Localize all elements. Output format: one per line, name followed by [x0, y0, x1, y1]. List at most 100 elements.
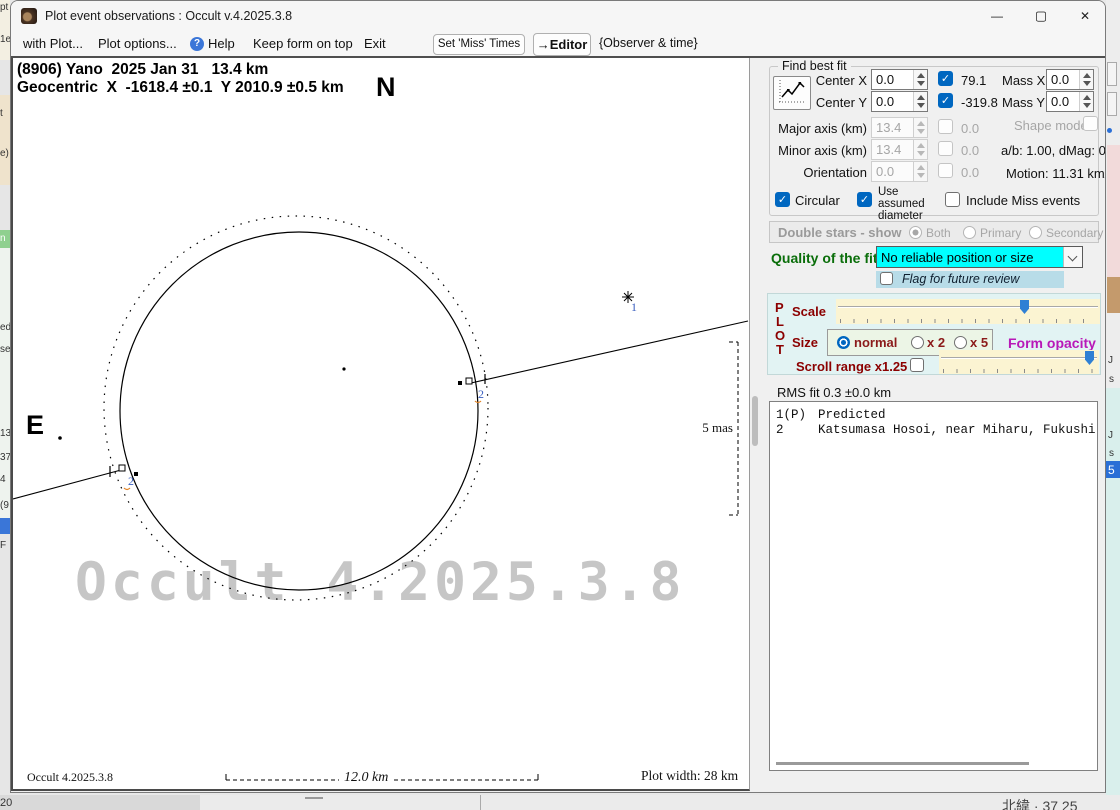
bg-block: [1107, 128, 1112, 133]
quality-combobox[interactable]: No reliable position or size: [876, 246, 1083, 268]
form-opacity-slider[interactable]: [939, 350, 1099, 374]
menu-keep-on-top[interactable]: Keep form on top: [253, 31, 353, 56]
plot-drawing: [13, 215, 749, 781]
minor-axis-spinner: 13.4: [871, 139, 928, 160]
bg-scroll-dash: [305, 797, 323, 799]
observation-number: 1(P): [776, 408, 807, 422]
slider-ticks: [840, 319, 1096, 323]
maximize-button[interactable]: ▢: [1019, 1, 1063, 31]
plot-width-label: Plot width: 28 km: [641, 768, 739, 783]
slider-groove: [838, 306, 1098, 308]
major-axis-value: 13.4: [876, 120, 902, 135]
scale-slider[interactable]: [836, 299, 1100, 324]
observation-row[interactable]: 1(P) Predicted: [776, 408, 1095, 423]
scrollbar-thumb[interactable]: [752, 396, 758, 446]
minor-axis-value: 13.4: [876, 142, 902, 157]
spin-buttons[interactable]: [913, 70, 927, 89]
plot-vertical-scrollbar[interactable]: [750, 58, 761, 791]
editor-button[interactable]: →Editor: [533, 33, 591, 56]
center-x-label: Center X: [815, 73, 867, 88]
chord2-right-label: 2: [478, 387, 484, 401]
bg-fragment-cjk: 北緯 · 37 25: [1002, 798, 1078, 810]
center-y-spinner[interactable]: 0.0: [871, 91, 928, 112]
double-both-radio: [909, 226, 922, 239]
mass-y-value[interactable]: 0.0: [1051, 94, 1069, 109]
center-x-spinner[interactable]: 0.0: [871, 69, 928, 90]
use-assumed-diameter-label: Use assumed diameter: [878, 186, 925, 222]
opacity-slider-thumb[interactable]: [1085, 351, 1094, 365]
chord2-left-label: 2: [128, 474, 134, 488]
major-err-checkbox: [938, 119, 953, 134]
titlebar[interactable]: Plot event observations : Occult v.4.202…: [11, 1, 1105, 31]
flag-review-checkbox[interactable]: [880, 272, 893, 285]
plot-letter-t: T: [776, 342, 784, 357]
observation-name: Katsumasa Hosoi, near Miharu, Fukushima: [818, 423, 1095, 437]
mass-y-label: Mass Y: [1002, 95, 1046, 110]
observation-number: 2: [776, 423, 784, 437]
major-axis-spinner: 13.4: [871, 117, 928, 138]
center-y-value[interactable]: 0.0: [876, 94, 894, 109]
set-miss-times-button[interactable]: Set 'Miss' Times: [433, 34, 525, 55]
bg-fragment: e): [0, 148, 9, 159]
menu-with-plot[interactable]: with Plot...: [23, 31, 83, 56]
size-x2-radio[interactable]: [911, 336, 924, 349]
plot-letter-p: P: [775, 300, 784, 315]
close-button[interactable]: ✕: [1063, 1, 1105, 31]
combo-dropdown-button[interactable]: [1063, 247, 1082, 267]
plot-letter-l: L: [776, 314, 784, 329]
plot-canvas[interactable]: Occult 4.2025.3.8 (8906) Yano 2025 Jan 3…: [11, 58, 750, 791]
observations-listbox[interactable]: 1(P) Predicted 2 Katsumasa Hosoi, near Mih…: [769, 401, 1098, 771]
include-miss-events-checkbox[interactable]: [945, 192, 960, 207]
bg-fragment: se: [0, 344, 10, 355]
minimize-button[interactable]: —: [975, 1, 1019, 31]
scroll-range-checkbox[interactable]: [910, 358, 924, 372]
bg-fragment: s: [1109, 448, 1114, 459]
size-label: Size: [792, 335, 819, 350]
plot-letter-o: O: [775, 328, 786, 343]
event-title: (8906) Yano 2025 Jan 31 13.4 km: [17, 61, 269, 78]
center-dot: [342, 367, 346, 371]
mass-y-spinner[interactable]: 0.0: [1046, 91, 1094, 112]
menu-help[interactable]: Help: [208, 31, 235, 56]
circular-label: Circular: [795, 193, 840, 208]
menu-plot-options[interactable]: Plot options...: [98, 31, 177, 56]
major-err-value: 0.0: [961, 121, 980, 136]
quality-of-fit-label: Quality of the fit: [771, 250, 878, 266]
size-normal-radio[interactable]: [837, 336, 850, 349]
listbox-horizontal-scrollbar[interactable]: [776, 762, 1029, 765]
double-both-label: Both: [926, 226, 951, 240]
menu-exit[interactable]: Exit: [364, 31, 386, 56]
shape-model-label: Shape model: [1014, 118, 1091, 133]
double-primary-label: Primary: [980, 226, 1022, 240]
field-star-dot: [58, 436, 62, 440]
mas-scale-label: 5 mas: [702, 420, 733, 435]
bg-fragment: pt: [0, 2, 9, 13]
scale-slider-thumb[interactable]: [1020, 300, 1029, 314]
size-x5-radio[interactable]: [954, 336, 967, 349]
bg-block: [1107, 62, 1117, 86]
chord2-left-line: [13, 469, 122, 500]
spin-buttons[interactable]: [913, 92, 927, 111]
center-x-value[interactable]: 0.0: [876, 72, 894, 87]
fitted-body-circle: [119, 231, 479, 591]
mass-x-spinner[interactable]: 0.0: [1046, 69, 1094, 90]
minor-axis-label: Minor axis (km): [778, 143, 867, 158]
double-stars-title: Double stars - show: [778, 225, 902, 240]
spin-buttons[interactable]: [1079, 92, 1093, 111]
size-x5-label: x 5: [970, 335, 989, 350]
bg-fragment: F: [0, 540, 7, 551]
offset-x-checkbox[interactable]: [938, 71, 953, 86]
major-axis-label: Major axis (km): [778, 121, 867, 136]
offset-y-checkbox[interactable]: [938, 93, 953, 108]
use-assumed-diameter-checkbox[interactable]: [857, 192, 872, 207]
rms-fit-label: RMS fit 0.3 ±0.0 km: [777, 385, 892, 400]
circular-checkbox[interactable]: [775, 192, 790, 207]
window-title: Plot event observations : Occult v.4.202…: [45, 9, 293, 23]
spin-buttons[interactable]: [1079, 70, 1093, 89]
slider-groove: [941, 357, 1097, 359]
observation-row[interactable]: 2 Katsumasa Hosoi, near Miharu, Fukushima: [776, 423, 1095, 438]
mass-x-value[interactable]: 0.0: [1051, 72, 1069, 87]
minor-err-value: 0.0: [961, 143, 980, 158]
help-icon[interactable]: [190, 37, 204, 51]
background-bottom-strip: 20 北緯 · 37 25: [0, 795, 1120, 810]
